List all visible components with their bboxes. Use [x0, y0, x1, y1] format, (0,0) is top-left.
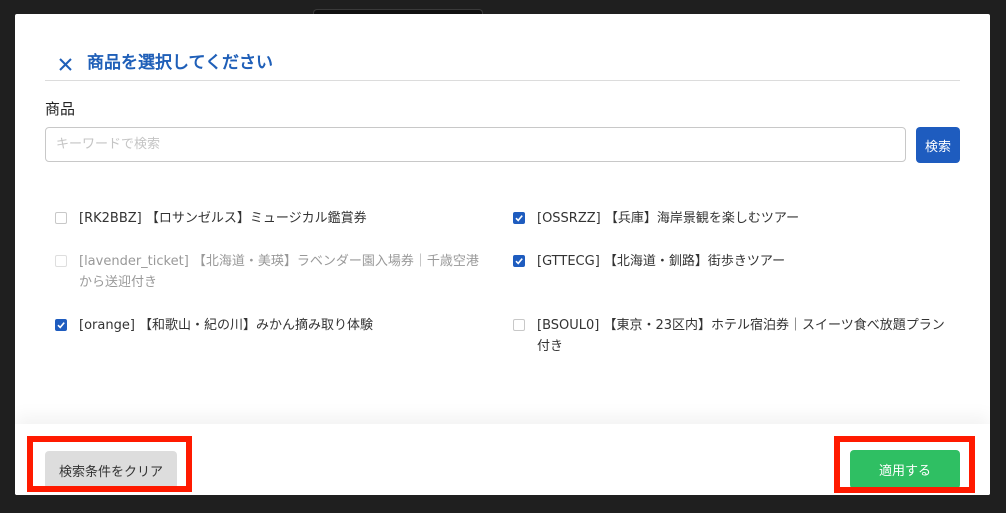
checkmark-icon — [57, 322, 65, 329]
checkbox-checked[interactable] — [513, 255, 525, 267]
product-label: [RK2BBZ] 【ロサンゼルス】ミュージカル鑑賞券 — [79, 211, 367, 226]
close-icon[interactable] — [55, 53, 77, 75]
modal-title: 商品を選択してください — [87, 53, 273, 73]
product-option[interactable]: [orange] 【和歌山・紀の川】みかん摘み取り体験 — [45, 315, 503, 357]
checkmark-icon — [515, 258, 523, 265]
highlight-box-clear — [27, 436, 192, 492]
keyword-search-input[interactable] — [45, 127, 906, 162]
modal-footer: 検索条件をクリア 適用する — [15, 424, 990, 495]
checkmark-icon — [515, 215, 523, 222]
checkbox-unchecked[interactable] — [55, 255, 67, 267]
product-list: [RK2BBZ] 【ロサンゼルス】ミュージカル鑑賞券 [OSSRZZ] 【兵庫】海… — [45, 208, 960, 357]
checkbox-unchecked[interactable] — [55, 212, 67, 224]
product-option[interactable]: [OSSRZZ] 【兵庫】海岸景観を楽しむツアー — [503, 208, 960, 229]
product-option[interactable]: [BSOUL0] 【東京・23区内】ホテル宿泊券｜スイーツ食べ放題プラン付き — [503, 315, 960, 357]
product-option[interactable]: [RK2BBZ] 【ロサンゼルス】ミュージカル鑑賞券 — [45, 208, 503, 229]
checkbox-checked[interactable] — [55, 319, 67, 331]
product-label: [OSSRZZ] 【兵庫】海岸景観を楽しむツアー — [537, 211, 800, 226]
product-label: [BSOUL0] 【東京・23区内】ホテル宿泊券｜スイーツ食べ放題プラン付き — [537, 318, 945, 354]
checkbox-unchecked[interactable] — [513, 319, 525, 331]
product-field-label: 商品 — [45, 100, 76, 118]
checkbox-checked[interactable] — [513, 212, 525, 224]
product-select-modal: 商品を選択してください 商品 検索 [RK2BBZ] 【ロサンゼルス】ミュージカ… — [15, 14, 990, 495]
product-option[interactable]: [lavender_ticket] 【北海道・美瑛】ラベンダー園入場券｜千歳空港… — [45, 251, 503, 293]
product-label: [orange] 【和歌山・紀の川】みかん摘み取り体験 — [79, 318, 374, 333]
product-label: [GTTECG] 【北海道・釧路】街歩きツアー — [537, 254, 786, 269]
modal-header: 商品を選択してください — [45, 52, 960, 81]
search-button[interactable]: 検索 — [916, 127, 960, 163]
highlight-box-apply — [834, 436, 975, 493]
product-option[interactable]: [GTTECG] 【北海道・釧路】街歩きツアー — [503, 251, 960, 293]
product-label: [lavender_ticket] 【北海道・美瑛】ラベンダー園入場券｜千歳空港… — [79, 254, 479, 290]
